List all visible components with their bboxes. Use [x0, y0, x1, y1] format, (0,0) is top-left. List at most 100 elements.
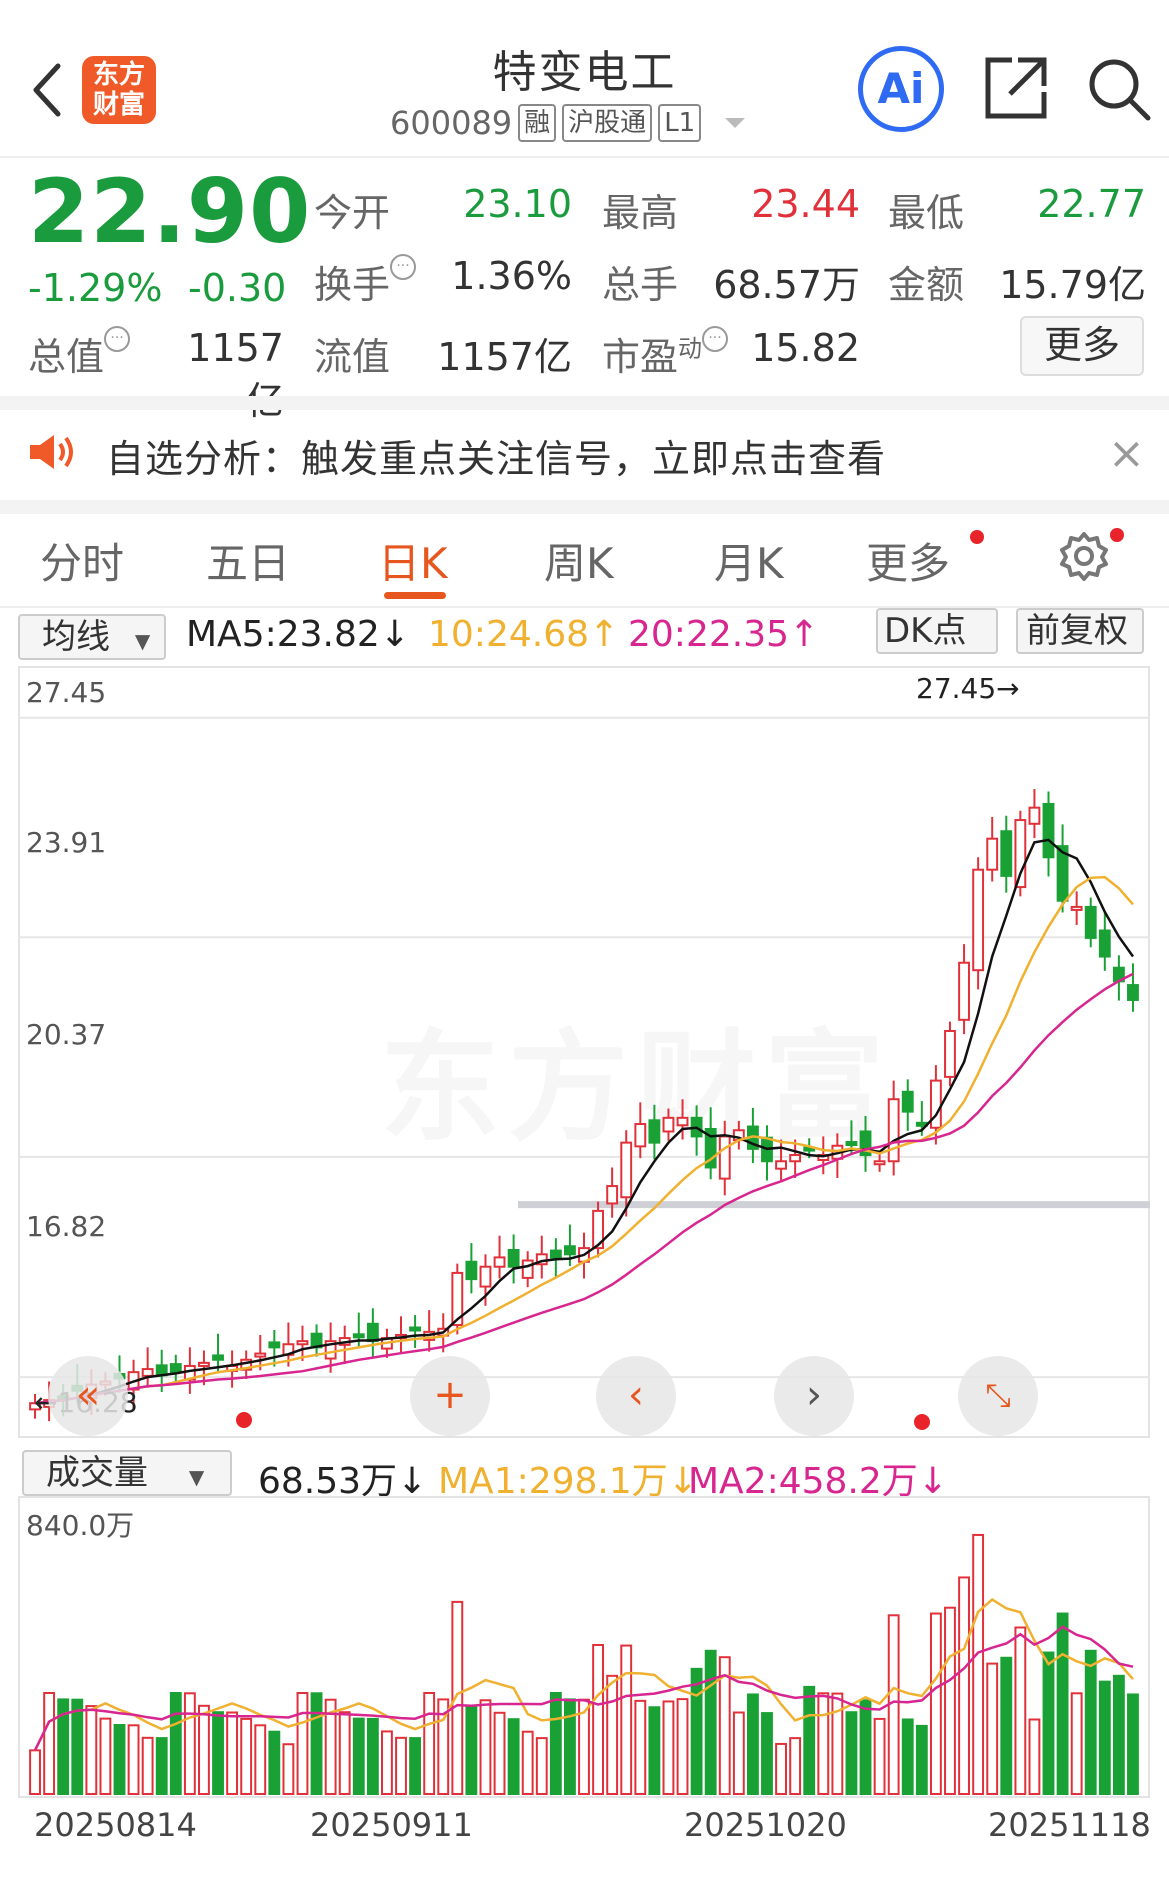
float-value-label: 流值	[314, 335, 391, 379]
active-tab-indicator	[384, 592, 446, 599]
candle	[789, 1154, 802, 1163]
y-label: 27.45	[26, 676, 107, 709]
volume-bar	[944, 1606, 956, 1795]
candle	[1098, 929, 1111, 958]
volume-bar	[676, 1698, 689, 1796]
high-label: 最高	[602, 191, 679, 235]
volume-bar	[1056, 1612, 1069, 1796]
tag-margin: 融	[518, 104, 557, 142]
signal-dot	[914, 1414, 930, 1430]
volume-bar	[1112, 1674, 1125, 1795]
tab-monthly-k[interactable]: 月K	[714, 530, 784, 591]
info-icon[interactable]: ···	[104, 326, 131, 352]
open-value: 23.10	[463, 182, 572, 226]
volume-bar	[620, 1644, 633, 1795]
rewind-button[interactable]: «	[48, 1356, 128, 1436]
volume-bar	[310, 1692, 323, 1795]
candle	[549, 1249, 562, 1259]
volume-bar	[986, 1662, 999, 1795]
tab-more[interactable]: 更多	[866, 530, 950, 591]
ma20-readout: 20:22.35↑	[628, 614, 820, 655]
candle	[169, 1363, 182, 1374]
volume-bar	[338, 1711, 351, 1796]
turnover-label-text: 换手	[314, 263, 391, 307]
share-icon[interactable]	[982, 54, 1050, 122]
volume-bar	[282, 1743, 295, 1796]
volume-bar	[127, 1724, 140, 1795]
volume-bar	[901, 1718, 914, 1795]
gear-icon[interactable]	[1058, 530, 1110, 582]
candle	[507, 1248, 520, 1268]
float-value: 1157亿	[437, 335, 572, 379]
candle	[1042, 802, 1055, 859]
candle	[465, 1260, 478, 1281]
candle	[873, 1160, 886, 1166]
notice-text[interactable]: 自选分析：触发重点关注信号，立即点击查看	[106, 428, 886, 483]
candle	[296, 1340, 309, 1346]
volume-bar	[929, 1612, 942, 1796]
candle	[634, 1123, 647, 1148]
volume-selector[interactable]: 成交量 ▼	[22, 1450, 232, 1496]
ai-assistant-button[interactable]: Ai	[858, 46, 944, 132]
ma5-readout: MA5:23.82↓	[186, 614, 410, 655]
total-value-label[interactable]: 总值 ···	[28, 326, 131, 381]
ma-selector[interactable]: 均线 ▼	[18, 614, 166, 660]
chevron-left-icon[interactable]: ‹	[596, 1356, 676, 1436]
tab-daily-k[interactable]: 日K	[378, 530, 448, 591]
volume-chart[interactable]	[18, 1496, 1150, 1798]
expand-icon[interactable]: ⤡	[958, 1356, 1038, 1436]
kline-chart[interactable]	[18, 666, 1150, 1438]
candle	[1070, 905, 1083, 911]
x-label: 20251118	[988, 1806, 1151, 1844]
volume-bar	[395, 1736, 407, 1796]
chevron-down-icon	[725, 118, 746, 128]
zoom-in-button[interactable]: +	[410, 1356, 490, 1436]
chevron-down-icon: ▼	[188, 1465, 205, 1489]
volume-bar	[423, 1692, 436, 1795]
amount-label: 金额	[888, 263, 965, 307]
tab-intraday[interactable]: 分时	[40, 530, 124, 591]
candle	[676, 1116, 689, 1127]
tab-weekly-k[interactable]: 周K	[544, 530, 614, 591]
candle	[479, 1265, 492, 1288]
volume-bar	[634, 1699, 647, 1795]
candle	[352, 1333, 365, 1339]
max-marker: 27.45→	[916, 672, 1020, 705]
candle	[718, 1135, 731, 1180]
more-quote-button[interactable]: 更多	[1020, 316, 1144, 376]
ma20-line	[34, 972, 1134, 1405]
info-icon[interactable]: ···	[702, 326, 729, 352]
volume-bar	[549, 1692, 562, 1795]
candle	[1084, 905, 1097, 939]
info-icon[interactable]: ···	[390, 254, 417, 280]
close-icon[interactable]: ×	[1108, 428, 1145, 479]
chevron-right-icon[interactable]: ›	[774, 1356, 854, 1436]
search-icon[interactable]	[1086, 56, 1154, 124]
turnover-label[interactable]: 换手 ···	[314, 254, 417, 309]
signal-dot	[236, 1412, 252, 1428]
candle	[268, 1341, 281, 1349]
candle	[198, 1361, 210, 1367]
volume-bar	[606, 1674, 619, 1795]
pe-label-text: 市盈	[602, 335, 679, 379]
adjust-button[interactable]: 前复权	[1016, 608, 1144, 654]
pe-label[interactable]: 市盈动 ···	[602, 326, 729, 381]
volume-bar	[1014, 1626, 1027, 1795]
volume-bar	[690, 1667, 703, 1795]
candle	[972, 868, 985, 972]
candle	[662, 1116, 675, 1133]
divider	[0, 156, 1169, 158]
volume-bar	[254, 1724, 267, 1795]
tab-five-day[interactable]: 五日	[206, 530, 290, 591]
high-value: 23.44	[751, 182, 860, 226]
candle	[493, 1256, 506, 1268]
candle	[775, 1160, 787, 1170]
candle	[1028, 806, 1041, 825]
volume-bar	[704, 1649, 717, 1795]
volume-bar	[1084, 1649, 1097, 1795]
volume-bar	[141, 1736, 154, 1796]
volume-bar	[873, 1717, 886, 1796]
stock-code-line[interactable]: 600089 融 沪股通 L1	[390, 104, 746, 142]
dk-point-button[interactable]: DK点	[876, 608, 998, 654]
candle	[901, 1090, 914, 1113]
